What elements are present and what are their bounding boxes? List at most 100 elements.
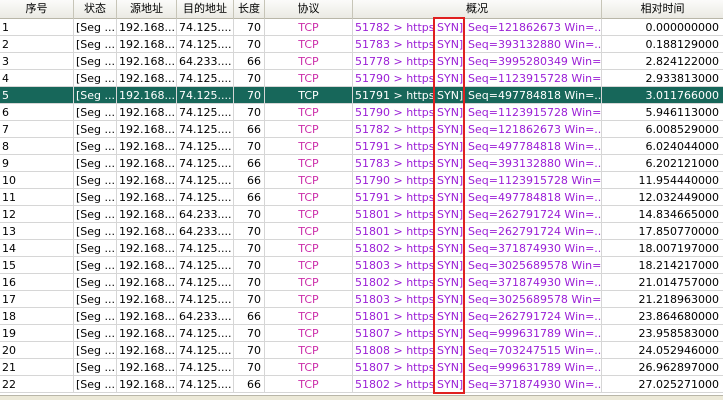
cell-no: 12: [0, 206, 74, 222]
cell-time: 0.000000000: [645, 21, 719, 34]
cell-proto: TCP: [265, 274, 353, 290]
cell-time: 18.214217000: [638, 259, 719, 272]
summary-info: Seq=1123915728 Win=...: [468, 72, 601, 85]
cell-state: [Seg ...: [76, 359, 117, 375]
cell-proto: TCP: [265, 155, 353, 171]
table-row[interactable]: 19 [Seg ... 192.168... 74.125.... 70 TCP 51807…: [0, 325, 723, 342]
cell-state: [Seg ...: [76, 36, 117, 52]
cell-proto: TCP: [265, 359, 353, 375]
cell-proto: TCP: [265, 36, 353, 52]
table-row[interactable]: 3 [Seg ... 192.168... 64.233.... 66 TCP 51778 …: [0, 53, 723, 70]
cell-time: 14.834665000: [638, 208, 719, 221]
summary-info: Seq=1123915728 Win=...: [468, 106, 601, 119]
summary-port: 51802 > https: [355, 378, 435, 391]
cell-proto: TCP: [265, 291, 353, 307]
cell-proto: TCP: [265, 53, 353, 69]
table-row[interactable]: 10 [Seg ... 192.168... 74.125.... 66 TCP 51790…: [0, 172, 723, 189]
table-row[interactable]: 22 [Seg ... 192.168... 74.125.... 66 TCP 51802…: [0, 376, 723, 393]
summary-flag: SYN]: [437, 157, 464, 170]
cell-state: [Seg ...: [76, 121, 117, 137]
table-row[interactable]: 17 [Seg ... 192.168... 74.125.... 70 TCP 51803…: [0, 291, 723, 308]
cell-proto: TCP: [265, 19, 353, 35]
summary-info: Seq=3025689578 Win=...: [468, 293, 601, 306]
summary-port: 51783 > https: [355, 38, 435, 51]
header-dst[interactable]: 目的地址: [177, 0, 234, 19]
summary-info: Seq=497784818 Win=...: [468, 140, 601, 153]
header-proto[interactable]: 协议: [265, 0, 353, 19]
cell-summary: 51807 > https SYN] Seq=999631789 Win=...: [353, 325, 602, 341]
cell-state: [Seg ...: [76, 308, 117, 324]
cell-time: 18.007197000: [638, 242, 719, 255]
cell-state: [Seg ...: [76, 19, 117, 35]
cell-time: 3.011766000: [645, 89, 719, 102]
summary-port: 51802 > https: [355, 242, 435, 255]
table-row[interactable]: 13 [Seg ... 192.168... 64.233.... 70 TCP 51801…: [0, 223, 723, 240]
cell-dst: 74.125....: [177, 240, 234, 256]
summary-port: 51803 > https: [355, 293, 435, 306]
cell-dst: 74.125....: [177, 376, 234, 392]
table-row[interactable]: 12 [Seg ... 192.168... 64.233.... 70 TCP 51801…: [0, 206, 723, 223]
cell-summary: 51790 > https SYN] Seq=1123915728 Win=...: [353, 104, 602, 120]
table-row[interactable]: 16 [Seg ... 192.168... 74.125.... 70 TCP 51802…: [0, 274, 723, 291]
cell-len: 70: [234, 257, 265, 273]
cell-dst: 74.125....: [177, 189, 234, 205]
cell-len: 66: [234, 308, 265, 324]
header-no[interactable]: 序号: [0, 0, 74, 19]
summary-info: Seq=371874930 Win=...: [468, 378, 601, 391]
cell-dst: 64.233....: [177, 53, 234, 69]
header-state[interactable]: 状态: [74, 0, 117, 19]
cell-state: [Seg ...: [76, 206, 117, 222]
table-row[interactable]: 9 [Seg ... 192.168... 74.125.... 66 TCP 51783 …: [0, 155, 723, 172]
cell-src: 192.168...: [117, 121, 177, 137]
cell-state: [Seg ...: [76, 376, 117, 392]
cell-summary: 51807 > https SYN] Seq=999631789 Win=...: [353, 359, 602, 375]
cell-proto: TCP: [265, 342, 353, 358]
cell-state: [Seg ...: [76, 291, 117, 307]
table-row[interactable]: 21 [Seg ... 192.168... 74.125.... 70 TCP 51807…: [0, 359, 723, 376]
summary-flag: SYN]: [437, 140, 464, 153]
cell-dst: 74.125....: [177, 274, 234, 290]
summary-flag: SYN]: [437, 191, 464, 204]
summary-info: Seq=371874930 Win=...: [468, 242, 601, 255]
cell-src: 192.168...: [117, 274, 177, 290]
cell-no: 22: [0, 376, 74, 392]
table-row[interactable]: 15 [Seg ... 192.168... 74.125.... 70 TCP 51803…: [0, 257, 723, 274]
cell-summary: 51802 > https SYN] Seq=371874930 Win=...: [353, 240, 602, 256]
table-row[interactable]: 20 [Seg ... 192.168... 74.125.... 70 TCP 51808…: [0, 342, 723, 359]
table-row[interactable]: 5 [Seg ... 192.168... 74.125.... 70 TCP 51791 …: [0, 87, 723, 104]
table-row[interactable]: 4 [Seg ... 192.168... 74.125.... 70 TCP 51790 …: [0, 70, 723, 87]
cell-src: 192.168...: [117, 325, 177, 341]
cell-dst: 74.125....: [177, 36, 234, 52]
cell-summary: 51802 > https SYN] Seq=371874930 Win=...: [353, 376, 602, 392]
cell-time: 6.008529000: [645, 123, 719, 136]
cell-no: 20: [0, 342, 74, 358]
cell-no: 5: [0, 87, 74, 103]
table-row[interactable]: 14 [Seg ... 192.168... 74.125.... 70 TCP 51802…: [0, 240, 723, 257]
cell-proto: TCP: [265, 104, 353, 120]
cell-summary: 51791 > https SYN] Seq=497784818 Win=...: [353, 138, 602, 154]
table-row[interactable]: 1 [Seg ... 192.168... 74.125.... 70 TCP 51782 …: [0, 19, 723, 36]
header-time[interactable]: 相对时间: [602, 0, 723, 19]
cell-len: 70: [234, 359, 265, 375]
summary-port: 51782 > https: [355, 21, 435, 34]
summary-info: Seq=262791724 Win=...: [468, 225, 601, 238]
header-summary[interactable]: 概况: [353, 0, 602, 19]
summary-flag: SYN]: [437, 293, 464, 306]
cell-summary: 51801 > https SYN] Seq=262791724 Win=...: [353, 308, 602, 324]
cell-state: [Seg ...: [76, 155, 117, 171]
table-row[interactable]: 8 [Seg ... 192.168... 74.125.... 70 TCP 51791 …: [0, 138, 723, 155]
summary-flag: SYN]: [437, 55, 464, 68]
table-row[interactable]: 18 [Seg ... 192.168... 64.233.... 66 TCP 51801…: [0, 308, 723, 325]
table-row[interactable]: 11 [Seg ... 192.168... 74.125.... 66 TCP 51791…: [0, 189, 723, 206]
cell-state: [Seg ...: [76, 189, 117, 205]
header-len[interactable]: 长度: [234, 0, 265, 19]
cell-proto: TCP: [265, 308, 353, 324]
cell-len: 66: [234, 376, 265, 392]
horizontal-scrollbar[interactable]: [0, 395, 723, 400]
table-row[interactable]: 2 [Seg ... 192.168... 74.125.... 70 TCP 51783 …: [0, 36, 723, 53]
summary-port: 51802 > https: [355, 276, 435, 289]
header-src[interactable]: 源地址: [117, 0, 177, 19]
cell-no: 17: [0, 291, 74, 307]
table-row[interactable]: 7 [Seg ... 192.168... 74.125.... 66 TCP 51782 …: [0, 121, 723, 138]
table-row[interactable]: 6 [Seg ... 192.168... 74.125.... 70 TCP 51790 …: [0, 104, 723, 121]
